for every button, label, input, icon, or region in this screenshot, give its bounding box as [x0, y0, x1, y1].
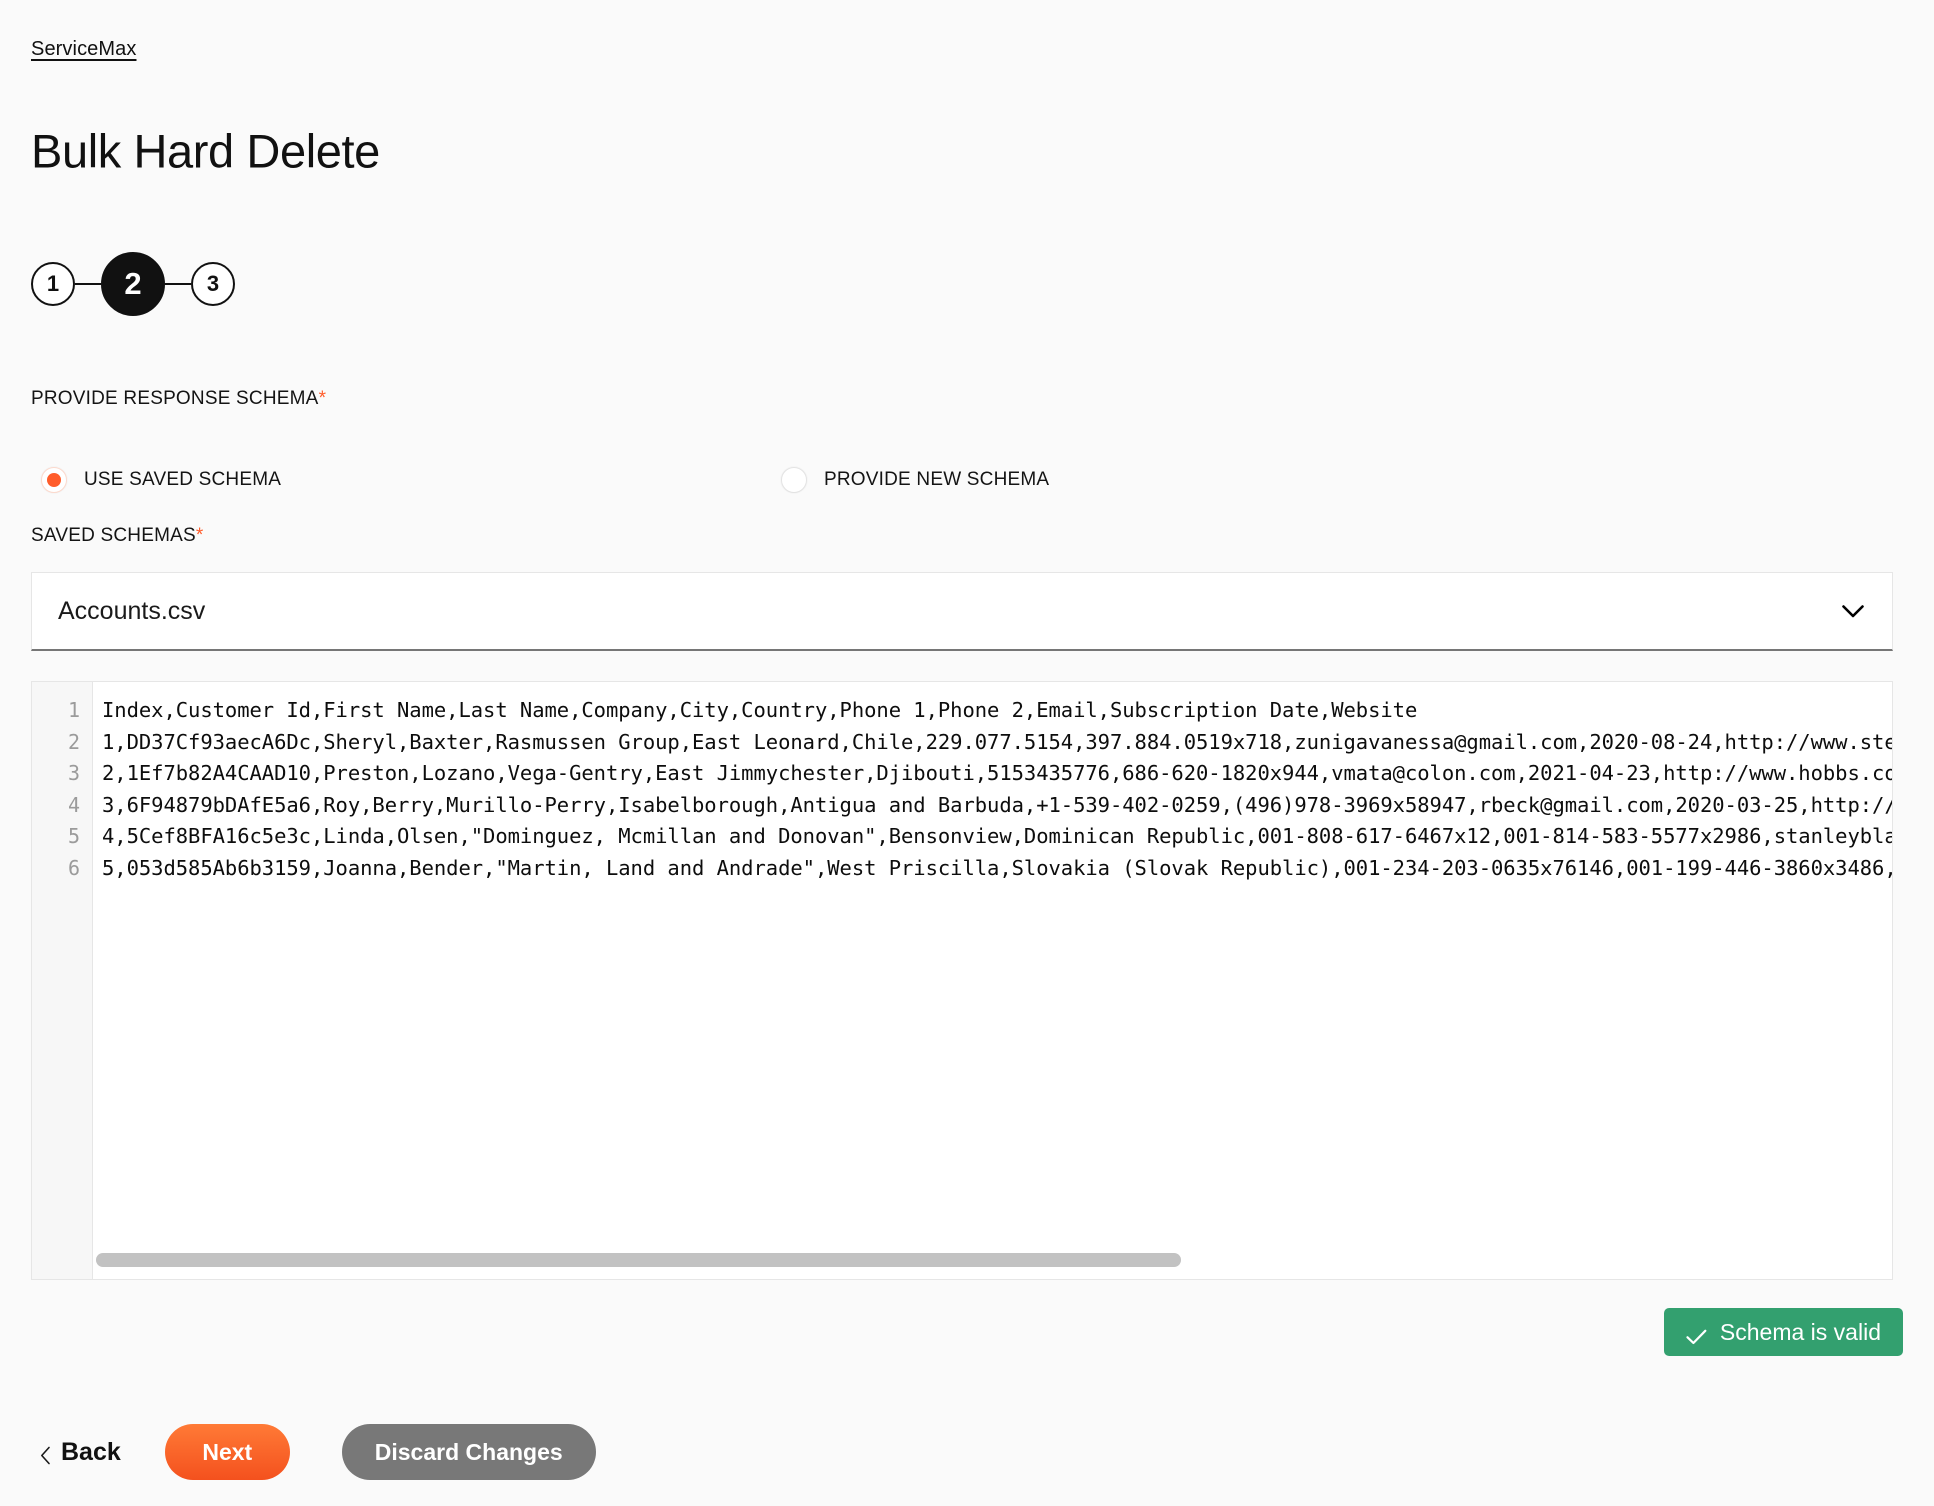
line-number: 4 [67, 792, 80, 817]
line-number: 6 [67, 855, 80, 880]
code-line: 5,053d585Ab6b3159,Joanna,Bender,"Martin,… [102, 855, 1892, 880]
code-line: Index,Customer Id,First Name,Last Name,C… [102, 698, 1418, 722]
stepper-connector-2 [165, 283, 191, 285]
editor-code-area[interactable]: Index,Customer Id,First Name,Last Name,C… [93, 682, 1892, 1279]
back-button[interactable]: Back [40, 1438, 121, 1467]
line-number: 1 [67, 698, 80, 722]
stepper-step-1-label: 1 [46, 271, 60, 296]
radio-use-saved-schema-mark[interactable] [41, 467, 67, 493]
code-line: 1,DD37Cf93aecA6Dc,Sheryl,Baxter,Rasmusse… [102, 729, 1892, 754]
saved-schemas-select-value: Accounts.csv [58, 596, 206, 625]
stepper-step-3[interactable]: 3 [191, 262, 235, 306]
stepper-step-2[interactable]: 2 [101, 252, 165, 316]
saved-schemas-label: SAVED SCHEMAS* [31, 525, 203, 547]
discard-changes-button[interactable]: Discard Changes [341, 1424, 596, 1480]
back-button-label: Back [61, 1437, 121, 1466]
check-icon [1686, 1324, 1707, 1345]
bulk-hard-delete-page: ServiceMax Bulk Hard Delete 1 2 3 PROVID… [0, 0, 1934, 1506]
editor-horizontal-scrollbar[interactable] [93, 1249, 1892, 1271]
line-number: 3 [67, 761, 80, 786]
schema-code-editor[interactable]: 1 2 3 4 5 6 Index,Customer Id,First Name… [31, 681, 1893, 1280]
saved-schemas-select[interactable]: Accounts.csv [31, 572, 1893, 651]
line-number: 5 [67, 824, 80, 849]
chevron-left-icon [40, 1443, 51, 1464]
chevron-down-icon [1842, 604, 1864, 618]
editor-line-number-gutter: 1 2 3 4 5 6 [32, 682, 93, 1279]
stepper-step-2-label: 2 [124, 266, 142, 301]
stepper-step-3-label: 3 [206, 271, 220, 296]
radio-provide-new-schema[interactable]: PROVIDE NEW SCHEMA [781, 458, 1049, 502]
footer-actions: Back Next Discard Changes [40, 1419, 596, 1485]
radio-use-saved-schema-label: USE SAVED SCHEMA [84, 469, 282, 490]
next-button[interactable]: Next [164, 1424, 290, 1480]
page-title: Bulk Hard Delete [31, 124, 380, 178]
code-line: 2,1Ef7b82A4CAAD10,Preston,Lozano,Vega-Ge… [102, 761, 1892, 786]
stepper-connector-1 [75, 283, 101, 285]
editor-scrollbar-thumb[interactable] [96, 1253, 1181, 1267]
status-badge-label: Schema is valid [1719, 1318, 1881, 1345]
radio-provide-new-schema-label: PROVIDE NEW SCHEMA [824, 469, 1050, 490]
provide-response-schema-text: PROVIDE RESPONSE SCHEMA [31, 388, 319, 409]
radio-provide-new-schema-mark[interactable] [781, 467, 807, 493]
code-line: 3,6F94879bDAfE5a6,Roy,Berry,Murillo-Perr… [102, 792, 1892, 817]
breadcrumb-servicemax[interactable]: ServiceMax [31, 38, 136, 61]
saved-schemas-text: SAVED SCHEMAS [31, 525, 196, 546]
code-line: 4,5Cef8BFA16c5e3c,Linda,Olsen,"Dominguez… [102, 824, 1892, 849]
stepper: 1 2 3 [31, 252, 235, 316]
stepper-step-1[interactable]: 1 [31, 262, 75, 306]
schema-source-radio-group: USE SAVED SCHEMA PROVIDE NEW SCHEMA [31, 458, 1131, 502]
radio-use-saved-schema[interactable]: USE SAVED SCHEMA [41, 458, 281, 502]
required-asterisk: * [318, 388, 327, 409]
line-number: 2 [67, 729, 80, 754]
status-badge-schema-valid: Schema is valid [1663, 1308, 1903, 1356]
provide-response-schema-label: PROVIDE RESPONSE SCHEMA* [31, 388, 326, 410]
required-asterisk: * [195, 525, 204, 546]
